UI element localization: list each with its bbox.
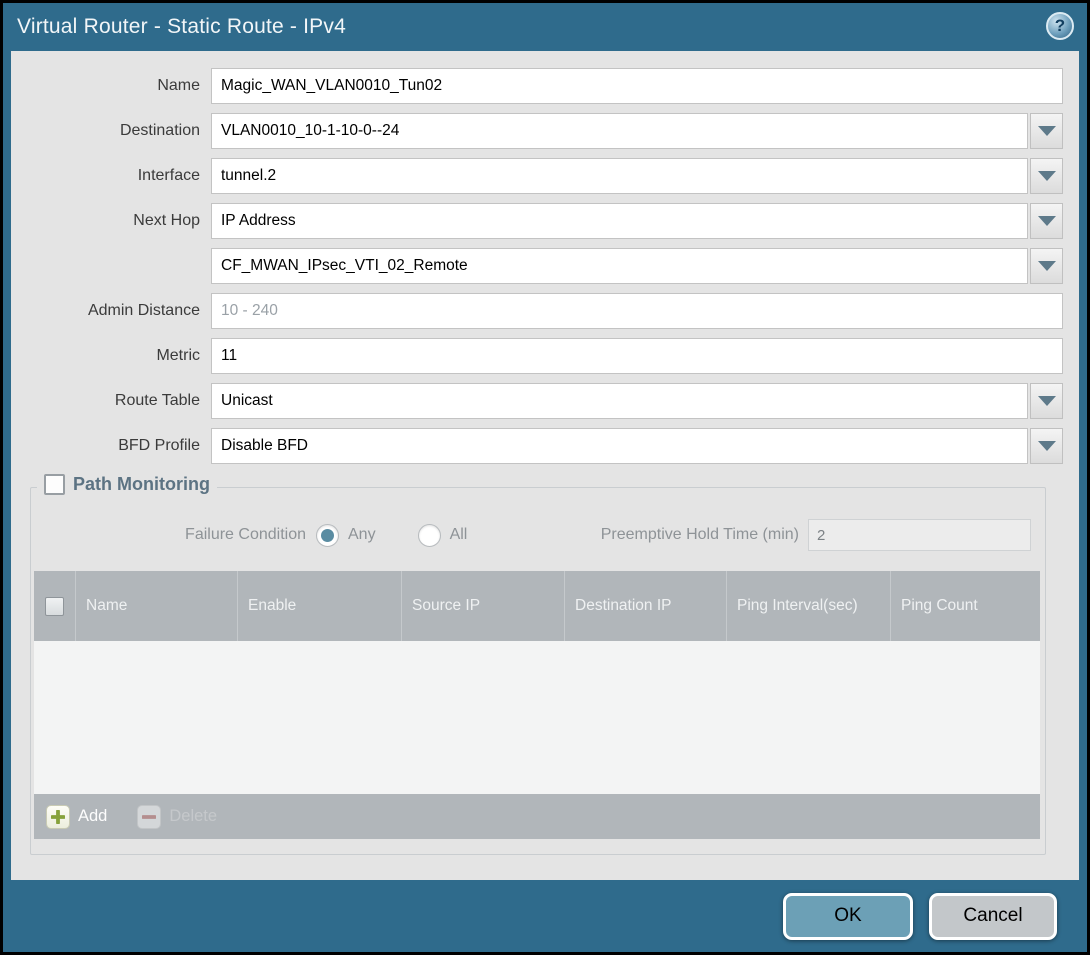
- form-row-name: Name: [11, 68, 1063, 104]
- table-toolbar: Add Delete: [34, 794, 1040, 839]
- preemptive-hold-time-input[interactable]: [808, 519, 1031, 551]
- cancel-button[interactable]: Cancel: [929, 893, 1057, 940]
- admin-distance-input[interactable]: [211, 293, 1063, 329]
- table-header-row: Name Enable Source IP Destination IP Pin…: [34, 571, 1040, 641]
- dialog-titlebar: Virtual Router - Static Route - IPv4 ?: [3, 3, 1087, 51]
- destination-dropdown-button[interactable]: [1030, 113, 1063, 149]
- failure-condition-all-label: All: [450, 526, 468, 544]
- form-row-metric: Metric: [11, 338, 1063, 374]
- interface-input[interactable]: [211, 158, 1028, 194]
- destination-label: Destination: [11, 122, 211, 140]
- table-body-empty: [34, 641, 1040, 794]
- name-label: Name: [11, 77, 211, 95]
- dialog-footer: OK Cancel: [3, 880, 1087, 952]
- column-header-enable: Enable: [238, 571, 402, 641]
- metric-label: Metric: [11, 347, 211, 365]
- form-row-route-table: Route Table: [11, 383, 1063, 419]
- route-table-dropdown-button[interactable]: [1030, 383, 1063, 419]
- failure-condition-any-label: Any: [348, 526, 376, 544]
- form-row-destination: Destination: [11, 113, 1063, 149]
- failure-condition-row: Failure Condition Any All Preemptive Hol…: [31, 517, 1045, 553]
- chevron-down-icon: [1038, 441, 1056, 451]
- column-header-source-ip: Source IP: [402, 571, 565, 641]
- dialog-title: Virtual Router - Static Route - IPv4: [17, 15, 346, 39]
- failure-condition-label: Failure Condition: [31, 526, 316, 544]
- preemptive-hold-time-label: Preemptive Hold Time (min): [601, 526, 808, 544]
- next-hop-address-input[interactable]: [211, 248, 1028, 284]
- failure-condition-any-radio[interactable]: [316, 524, 339, 547]
- path-monitoring-title: Path Monitoring: [73, 474, 210, 495]
- interface-dropdown-button[interactable]: [1030, 158, 1063, 194]
- form-row-interface: Interface: [11, 158, 1063, 194]
- form-row-next-hop-value: [11, 248, 1063, 284]
- bfd-profile-dropdown-button[interactable]: [1030, 428, 1063, 464]
- select-all-header-cell: [34, 571, 76, 641]
- route-table-input[interactable]: [211, 383, 1028, 419]
- form-row-admin-distance: Admin Distance: [11, 293, 1063, 329]
- delete-button[interactable]: Delete: [137, 805, 217, 829]
- add-button-label: Add: [78, 807, 107, 826]
- static-route-dialog: Virtual Router - Static Route - IPv4 ? N…: [0, 0, 1090, 955]
- path-monitoring-checkbox[interactable]: [44, 474, 65, 495]
- select-all-checkbox[interactable]: [45, 597, 64, 616]
- bfd-profile-label: BFD Profile: [11, 437, 211, 455]
- failure-condition-all-radio[interactable]: [418, 524, 441, 547]
- chevron-down-icon: [1038, 216, 1056, 226]
- next-hop-type-dropdown-button[interactable]: [1030, 203, 1063, 239]
- interface-label: Interface: [11, 167, 211, 185]
- name-input[interactable]: [211, 68, 1063, 104]
- column-header-name: Name: [76, 571, 238, 641]
- column-header-ping-count: Ping Count: [891, 571, 1040, 641]
- ok-button[interactable]: OK: [783, 893, 913, 940]
- next-hop-label: Next Hop: [11, 212, 211, 230]
- chevron-down-icon: [1038, 261, 1056, 271]
- help-icon[interactable]: ?: [1046, 12, 1074, 40]
- chevron-down-icon: [1038, 126, 1056, 136]
- column-header-ping-interval: Ping Interval(sec): [727, 571, 891, 641]
- bfd-profile-input[interactable]: [211, 428, 1028, 464]
- add-icon: [46, 805, 70, 829]
- path-monitoring-section: Path Monitoring Failure Condition Any Al…: [30, 487, 1046, 855]
- column-header-destination-ip: Destination IP: [565, 571, 727, 641]
- path-monitoring-legend: Path Monitoring: [37, 474, 217, 495]
- delete-button-label: Delete: [169, 807, 217, 826]
- chevron-down-icon: [1038, 171, 1056, 181]
- add-button[interactable]: Add: [46, 805, 107, 829]
- next-hop-address-dropdown-button[interactable]: [1030, 248, 1063, 284]
- delete-icon: [137, 805, 161, 829]
- form-row-bfd-profile: BFD Profile: [11, 428, 1063, 464]
- path-monitoring-table: Name Enable Source IP Destination IP Pin…: [34, 571, 1040, 839]
- chevron-down-icon: [1038, 396, 1056, 406]
- dialog-body: Name Destination Interface Next Hop Admi…: [11, 51, 1079, 880]
- form-row-next-hop: Next Hop: [11, 203, 1063, 239]
- destination-input[interactable]: [211, 113, 1028, 149]
- next-hop-type-input[interactable]: [211, 203, 1028, 239]
- route-table-label: Route Table: [11, 392, 211, 410]
- admin-distance-label: Admin Distance: [11, 302, 211, 320]
- metric-input[interactable]: [211, 338, 1063, 374]
